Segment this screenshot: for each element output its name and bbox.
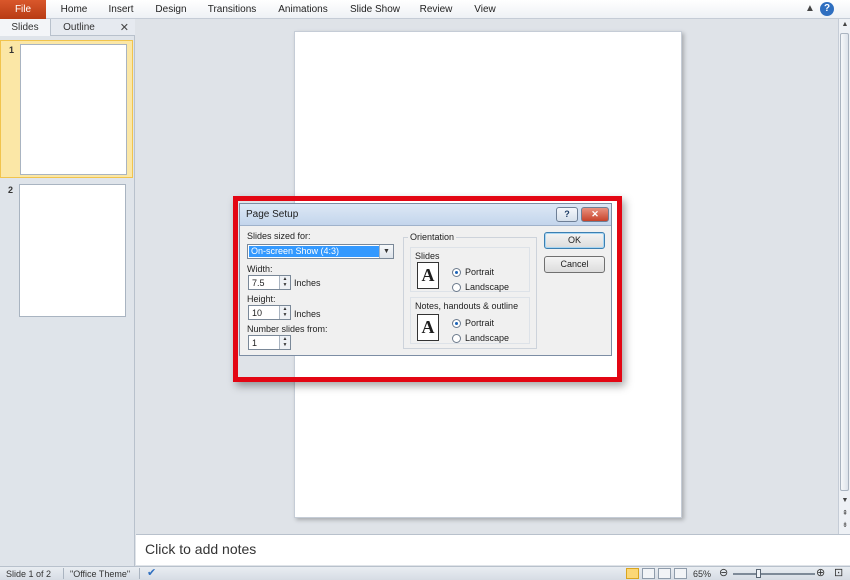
reading-view-icon[interactable]	[658, 568, 671, 579]
slide-thumbnail[interactable]	[20, 44, 127, 175]
tab-slides[interactable]: Slides	[0, 19, 51, 36]
tab-file[interactable]: File	[0, 0, 46, 19]
theme-name: "Office Theme"	[70, 569, 131, 579]
slide-thumbnail-row[interactable]: 1	[0, 40, 133, 178]
scrollbar-thumb[interactable]	[840, 33, 849, 491]
tab-review[interactable]: Review	[414, 0, 458, 19]
zoom-slider-track[interactable]	[733, 573, 815, 575]
tab-outline[interactable]: Outline	[52, 19, 106, 36]
spell-check-icon[interactable]: ✔	[147, 567, 156, 579]
tab-view[interactable]: View	[467, 0, 503, 19]
zoom-in-icon[interactable]: ⊕	[816, 567, 825, 579]
vertical-scrollbar[interactable]: ▲ ▼ ⇞ ⇟	[838, 19, 850, 534]
scroll-down-icon[interactable]: ▼	[839, 495, 850, 507]
slide-number: 1	[9, 45, 15, 55]
notes-pane[interactable]: Click to add notes	[136, 534, 850, 565]
minimize-ribbon-icon[interactable]: ▲	[803, 2, 817, 16]
close-panel-icon[interactable]: ✕	[120, 21, 129, 34]
normal-view-icon[interactable]	[626, 568, 639, 579]
help-icon[interactable]: ?	[820, 2, 834, 16]
slides-panel-tabs: Slides Outline ✕	[0, 19, 135, 36]
slide-thumbnail[interactable]	[19, 184, 126, 317]
tab-slide-show[interactable]: Slide Show	[344, 0, 406, 19]
tab-design[interactable]: Design	[149, 0, 193, 19]
previous-slide-icon[interactable]: ⇞	[839, 508, 850, 520]
highlight-frame	[233, 196, 622, 382]
tab-home[interactable]: Home	[55, 0, 93, 19]
slide-sorter-view-icon[interactable]	[642, 568, 655, 579]
slide-position: Slide 1 of 2	[6, 569, 52, 579]
tab-transitions[interactable]: Transitions	[201, 0, 263, 19]
slide-number: 2	[8, 185, 14, 195]
notes-placeholder: Click to add notes	[145, 541, 257, 557]
slides-panel: Slides Outline ✕ 1 2	[0, 19, 135, 567]
status-bar: Slide 1 of 2 "Office Theme" ✔ 65% ⊖ ⊕ ⊡	[0, 566, 850, 580]
next-slide-icon[interactable]: ⇟	[839, 520, 850, 532]
ribbon-tab-bar: File Home Insert Design Transitions Anim…	[0, 0, 850, 19]
status-divider	[139, 568, 140, 579]
zoom-level[interactable]: 65%	[693, 568, 711, 580]
zoom-slider-knob[interactable]	[756, 569, 761, 578]
tab-insert[interactable]: Insert	[101, 0, 141, 19]
status-divider	[63, 568, 64, 579]
slide-show-view-icon[interactable]	[674, 568, 687, 579]
zoom-out-icon[interactable]: ⊖	[719, 567, 728, 579]
scroll-up-icon[interactable]: ▲	[839, 19, 850, 31]
tab-animations[interactable]: Animations	[272, 0, 334, 19]
fit-to-window-icon[interactable]: ⊡	[834, 567, 843, 579]
slide-thumbnail-row[interactable]: 2	[0, 181, 133, 319]
